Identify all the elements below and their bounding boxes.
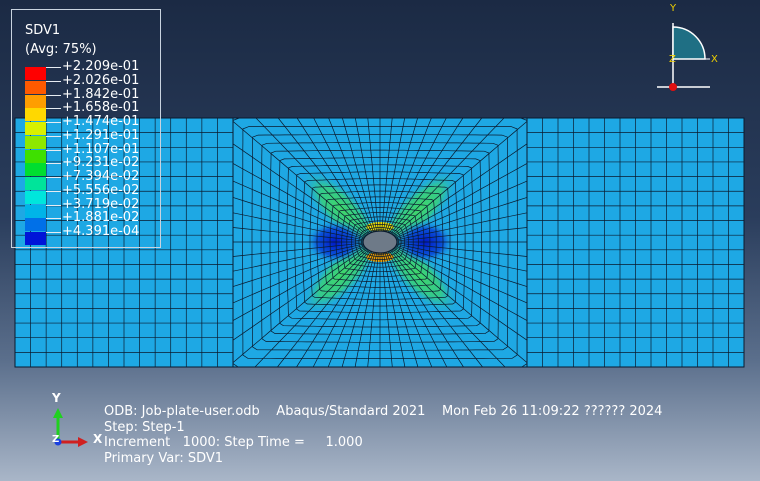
legend-value-label: +1.107e-01 (62, 141, 140, 157)
legend-title: SDV1 (25, 23, 61, 38)
legend-swatch (25, 190, 46, 204)
primary-var-line: Primary Var: SDV1 (104, 450, 224, 466)
triad-x-label: X (93, 432, 103, 446)
step-info-line: Step: Step-1 (104, 419, 185, 435)
legend-tick (46, 136, 61, 137)
center-hole (362, 230, 398, 254)
legend-swatch (25, 218, 46, 232)
legend-tick (46, 108, 61, 109)
legend-tick (46, 177, 61, 178)
view-z-label: Z (669, 54, 676, 65)
legend-swatch (25, 177, 46, 190)
legend-value-label: +3.719e-02 (62, 196, 140, 212)
legend-tick (46, 81, 61, 82)
legend-tick (46, 218, 61, 219)
legend-tick (46, 191, 61, 192)
legend-value-label: +1.881e-02 (62, 210, 140, 226)
legend-tick (46, 122, 61, 123)
legend-value-label: +1.291e-01 (62, 127, 140, 143)
view-orientation-icon (657, 23, 710, 91)
view-y-label: Y (670, 3, 677, 14)
legend-swatch (25, 108, 46, 122)
legend-swatch (25, 204, 46, 218)
legend-value-label: +7.394e-02 (62, 169, 140, 184)
legend-value-label: +2.026e-01 (62, 72, 140, 88)
legend-swatch (25, 232, 46, 245)
legend-value-label: +1.474e-01 (62, 114, 140, 129)
odb-info-line: ODB: Job-plate-user.odb Abaqus/Standard … (104, 404, 663, 419)
legend-swatch (25, 135, 46, 149)
legend-value-label: +2.209e-01 (62, 59, 140, 74)
legend-value-label: +5.556e-02 (62, 182, 140, 198)
legend-value-label: +9.231e-02 (62, 155, 140, 171)
legend-swatch (25, 149, 46, 163)
legend-tick (46, 150, 61, 151)
legend-tick (46, 232, 61, 233)
legend-value-label: +1.658e-01 (62, 100, 140, 116)
odb-info-text: ODB: Job-plate-user.odb Abaqus/Standard … (104, 404, 662, 466)
legend-swatch (25, 122, 46, 135)
legend-tick (46, 95, 61, 96)
legend-value-label: +4.391e-04 (62, 224, 140, 239)
legend-swatch (25, 163, 46, 177)
legend-swatch (25, 67, 46, 80)
legend-subtitle: (Avg: 75%) (25, 42, 97, 57)
legend-value-label: +1.842e-01 (62, 86, 140, 102)
legend-swatch (25, 94, 46, 108)
viewport[interactable]: SDV1 (Avg: 75%) +2.209e-01 +2.026e-01 +1.8… (0, 0, 760, 481)
view-x-label: X (711, 54, 718, 65)
legend-swatch (25, 80, 46, 94)
triad-y-label: Y (52, 391, 61, 405)
triad-z-label: Z (52, 434, 60, 445)
legend-tick (46, 163, 61, 164)
legend-tick (46, 205, 61, 206)
legend-tick (46, 67, 61, 68)
increment-info-line: Increment 1000: Step Time = 1.000 (104, 435, 363, 450)
